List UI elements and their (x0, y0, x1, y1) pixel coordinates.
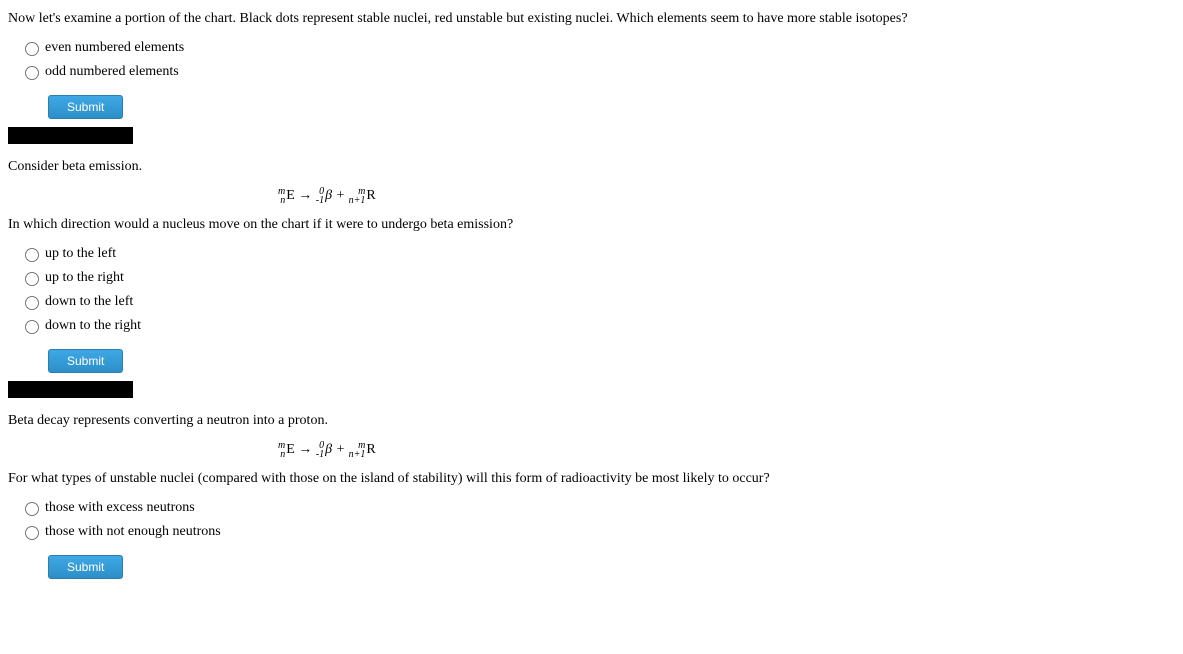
radio-q3-option-0[interactable] (25, 502, 39, 516)
option-row: even numbered elements (20, 37, 1175, 58)
option-row: those with not enough neutrons (20, 521, 1175, 542)
option-label[interactable]: down to the left (45, 291, 133, 312)
question-3-options: those with excess neutrons those with no… (20, 497, 1175, 542)
option-row: down to the left (20, 291, 1175, 312)
question-2-intro: Consider beta emission. (8, 156, 1175, 177)
question-2-options: up to the left up to the right down to t… (20, 243, 1175, 336)
question-2-text: In which direction would a nucleus move … (8, 214, 1175, 235)
submit-button[interactable]: Submit (48, 95, 123, 119)
option-label[interactable]: even numbered elements (45, 37, 184, 58)
option-label[interactable]: those with not enough neutrons (45, 521, 221, 542)
submit-button[interactable]: Submit (48, 349, 123, 373)
radio-q2-option-1[interactable] (25, 272, 39, 286)
radio-q2-option-3[interactable] (25, 320, 39, 334)
option-label[interactable]: down to the right (45, 315, 141, 336)
question-1: Now let's examine a portion of the chart… (8, 8, 1175, 144)
radio-q1-option-0[interactable] (25, 42, 39, 56)
option-label[interactable]: up to the right (45, 267, 124, 288)
question-1-text: Now let's examine a portion of the chart… (8, 8, 1175, 29)
option-label[interactable]: odd numbered elements (45, 61, 179, 82)
beta-emission-equation: mnE → 0-1β + mn+1R (278, 185, 1175, 206)
radio-q3-option-1[interactable] (25, 526, 39, 540)
question-3-intro: Beta decay represents converting a neutr… (8, 410, 1175, 431)
radio-q2-option-0[interactable] (25, 248, 39, 262)
radio-q2-option-2[interactable] (25, 296, 39, 310)
question-2: Consider beta emission. mnE → 0-1β + mn+… (8, 156, 1175, 398)
question-3-text: For what types of unstable nuclei (compa… (8, 468, 1175, 489)
option-label[interactable]: those with excess neutrons (45, 497, 195, 518)
option-row: down to the right (20, 315, 1175, 336)
question-3: Beta decay represents converting a neutr… (8, 410, 1175, 587)
beta-decay-equation: mnE → 0-1β + mn+1R (278, 439, 1175, 460)
option-row: odd numbered elements (20, 61, 1175, 82)
submit-button[interactable]: Submit (48, 555, 123, 579)
option-row: up to the right (20, 267, 1175, 288)
feedback-bar (8, 127, 133, 144)
option-row: those with excess neutrons (20, 497, 1175, 518)
option-row: up to the left (20, 243, 1175, 264)
radio-q1-option-1[interactable] (25, 66, 39, 80)
question-1-options: even numbered elements odd numbered elem… (20, 37, 1175, 82)
option-label[interactable]: up to the left (45, 243, 116, 264)
feedback-bar (8, 381, 133, 398)
